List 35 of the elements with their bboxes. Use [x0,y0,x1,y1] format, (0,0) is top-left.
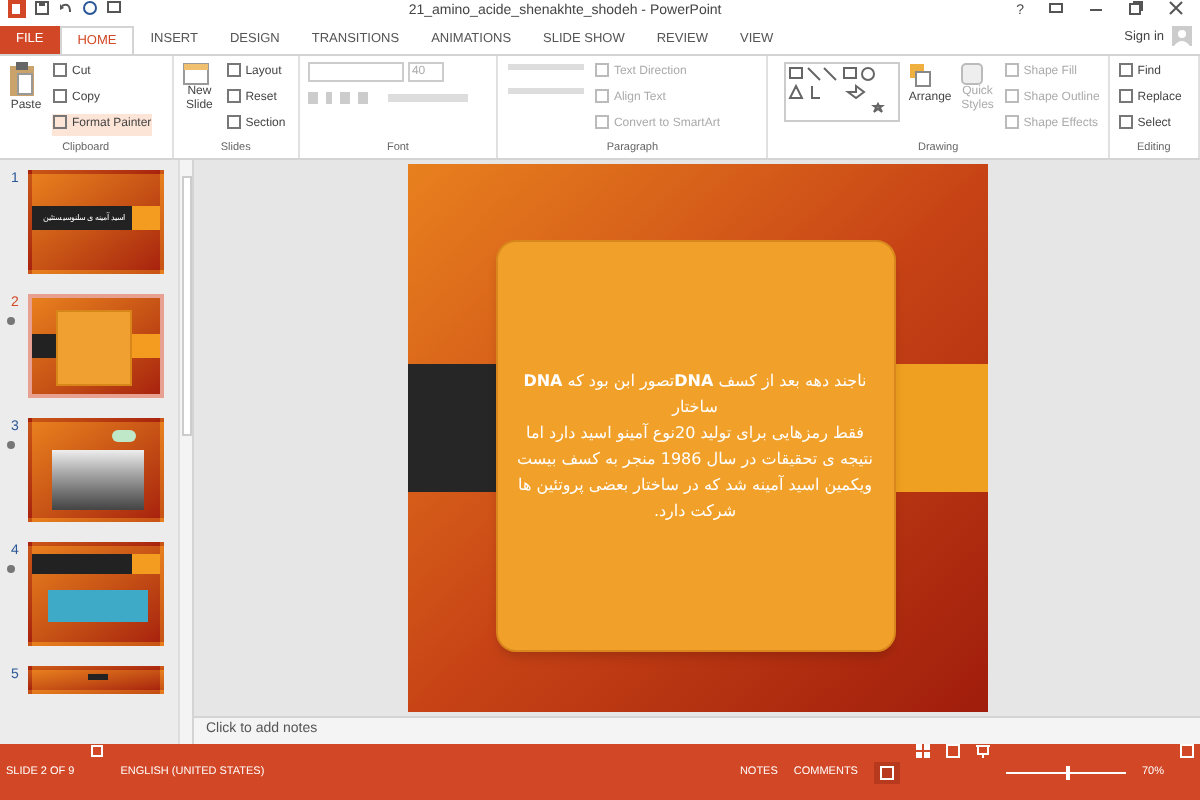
zoom-thumb[interactable] [1065,765,1070,779]
title-mark [88,674,108,680]
text-block [48,590,148,622]
restore-icon [1128,0,1144,16]
slide-thumbnail[interactable] [28,542,164,646]
slide-thumbnail[interactable] [28,294,164,398]
left-band [32,334,56,358]
spelling-icon [90,744,105,758]
slideshow-view-icon [975,744,990,758]
normal-view-icon [879,765,894,779]
slide-icon [181,62,210,86]
slide-text-line: ساختار [672,396,718,420]
slide-thumbnail[interactable] [28,418,164,522]
quick-styles-icon [959,62,984,86]
text-block [52,450,144,510]
slide-text-line: نتیجه ی تحقیقات در سال 1986 منجر به کسف بیست [517,448,873,472]
slide-text-line: فقط رمزهایی برای تولید 20نوع آمینو اسید دارد اما [526,421,864,446]
close-icon [1168,0,1184,16]
ribbon-display-icon [1048,0,1064,16]
slide-text-line: ویکمین اسید آمینه شد که در ساختار بعضی پروتئین ها [518,473,872,498]
cloud-shape [112,430,136,442]
clipboard-icon [8,62,36,98]
fit-slide-icon [1180,744,1194,758]
slide-text-line: شرکت دارد. [653,500,737,524]
save-icon [34,0,50,16]
list-align-icon [505,62,586,96]
sorter-view-icon [915,744,930,758]
slide-thumbnail[interactable] [28,666,164,694]
undo-icon [58,0,74,16]
title-band [32,554,136,574]
shapes-gallery-icon [784,62,901,122]
scroll-shape [56,310,132,386]
reading-view-icon [945,744,960,758]
arrange-icon [908,62,933,90]
font-name-field[interactable] [307,62,404,82]
